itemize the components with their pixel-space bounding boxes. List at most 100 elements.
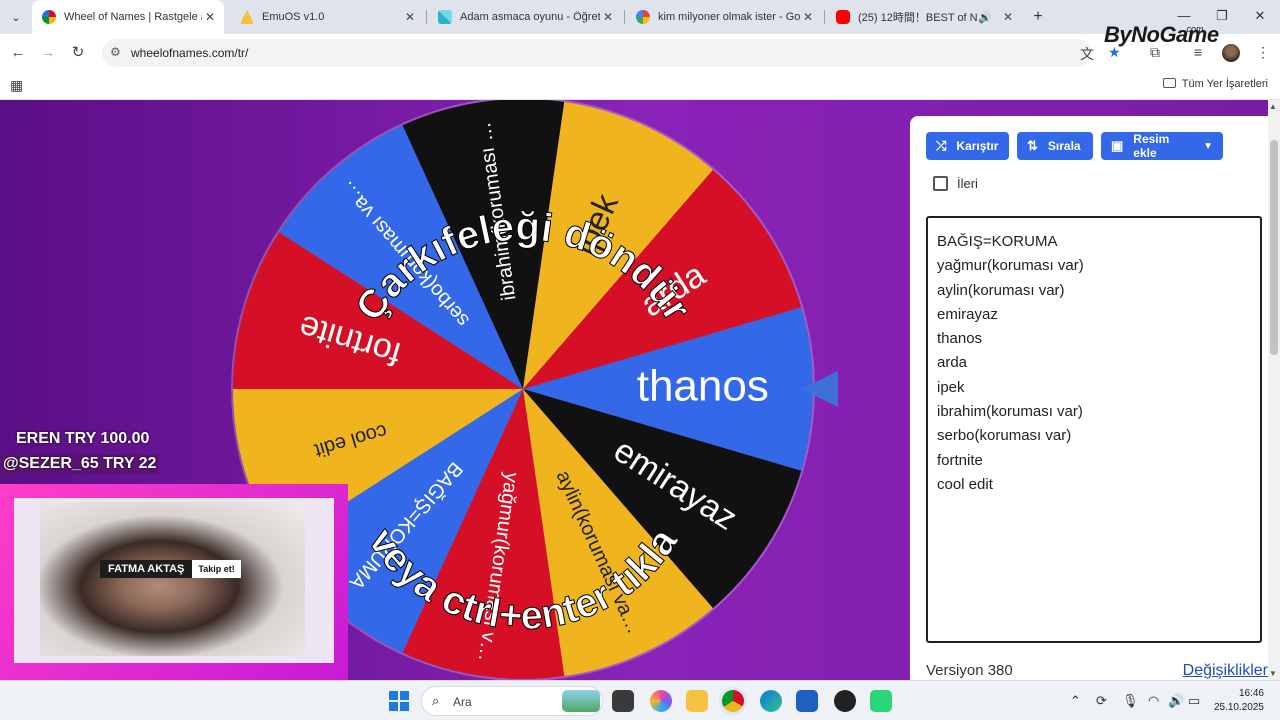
edge-icon[interactable] bbox=[760, 690, 782, 712]
copilot-icon[interactable] bbox=[650, 690, 672, 712]
game-app-icon[interactable] bbox=[870, 690, 892, 712]
advanced-label: İleri bbox=[957, 176, 978, 191]
back-icon[interactable]: ← bbox=[8, 43, 28, 63]
donation-line-2: @SEZER_65 TRY 22 bbox=[0, 454, 160, 474]
forward-icon[interactable]: → bbox=[38, 43, 58, 63]
entry-line: thanos bbox=[937, 330, 983, 348]
speaker-icon[interactable]: 🔊 bbox=[978, 11, 992, 24]
sort-button[interactable]: ⇅ Sırala bbox=[1017, 132, 1093, 160]
scroll-up-icon[interactable]: ▲ bbox=[1269, 102, 1277, 111]
store-icon[interactable] bbox=[796, 690, 818, 712]
tab-search-button[interactable]: ⌄ bbox=[6, 7, 26, 27]
file-explorer-icon[interactable] bbox=[686, 690, 708, 712]
windows-taskbar: ⌕ Ara ⌃ ⟳ 🎙 ◠ 🔊 ▭ 16:46 25.10.2025 bbox=[0, 680, 1280, 720]
tab-title: EmuOS v1.0 bbox=[262, 11, 325, 23]
obs-icon[interactable] bbox=[834, 690, 856, 712]
window-close-icon[interactable]: ✕ bbox=[1248, 6, 1272, 26]
webcam-inner bbox=[14, 498, 334, 663]
entry-line: serbo(koruması var) bbox=[937, 427, 1072, 445]
wordwall-favicon-icon bbox=[438, 10, 452, 24]
tab-title: Adam asmaca oyunu - Öğretim bbox=[460, 11, 600, 23]
scroll-down-icon[interactable]: ▼ bbox=[1269, 669, 1277, 678]
taskbar-clock[interactable]: 16:46 25.10.2025 bbox=[1212, 687, 1264, 715]
bynogame-logo-suffix: .com bbox=[1184, 24, 1204, 34]
entry-line: aylin(koruması var) bbox=[937, 281, 1065, 299]
tab-close-icon[interactable]: ✕ bbox=[1000, 10, 1016, 24]
entry-line: cool edit bbox=[937, 475, 993, 493]
bookmarks-bar: ▦ Tüm Yer İşaretleri bbox=[0, 72, 1280, 100]
tab-separator bbox=[426, 10, 427, 24]
tab-google-search[interactable]: kim milyoner olmak ister - Goo ✕ bbox=[626, 0, 822, 34]
shuffle-label: Karıştır bbox=[956, 139, 999, 153]
entry-line: BAĞIŞ=KORUMA bbox=[937, 233, 1058, 250]
folder-icon bbox=[1162, 78, 1176, 88]
entry-line: yağmur(koruması var) bbox=[937, 257, 1084, 275]
site-info-icon[interactable]: ⚙ bbox=[110, 45, 121, 59]
entry-line: fortnite bbox=[937, 451, 983, 469]
add-image-button[interactable]: ▣ Resim ekle ▼ bbox=[1101, 132, 1223, 160]
entry-line: ibrahim(koruması var) bbox=[937, 403, 1083, 421]
tab-wordwall[interactable]: Adam asmaca oyunu - Öğretim ✕ bbox=[428, 0, 622, 34]
browser-toolbar: ← → ↻ ⚙ wheelofnames.com/tr/ 文 ★ ⧉ ≡ ⋮ bbox=[0, 34, 1280, 72]
scroll-thumb[interactable] bbox=[1270, 140, 1278, 355]
sync-icon[interactable]: ⟳ bbox=[1096, 693, 1107, 709]
advanced-checkbox[interactable] bbox=[933, 176, 948, 191]
shuffle-button[interactable]: ⤮ Karıştır bbox=[926, 132, 1009, 160]
donation-line-1: EREN TRY 100.00 bbox=[16, 430, 150, 447]
taskbar-search-placeholder: Ara bbox=[453, 695, 472, 709]
shuffle-icon: ⤮ bbox=[936, 138, 947, 153]
volume-icon[interactable]: 🔊 bbox=[1168, 693, 1184, 709]
menu-kebab-icon[interactable]: ⋮ bbox=[1256, 44, 1270, 61]
tab-title: (25) 12時間！BEST of NCS bbox=[858, 12, 978, 24]
entry-line: arda bbox=[937, 354, 968, 372]
wifi-icon[interactable]: ◠ bbox=[1148, 693, 1159, 709]
entry-line: ipek bbox=[937, 378, 965, 396]
reload-icon[interactable]: ↻ bbox=[68, 43, 88, 63]
tab-close-icon[interactable]: ✕ bbox=[402, 10, 418, 24]
battery-icon[interactable]: ▭ bbox=[1188, 693, 1200, 709]
tab-close-icon[interactable]: ✕ bbox=[202, 10, 218, 24]
chrome-icon[interactable] bbox=[722, 690, 744, 712]
image-icon: ▣ bbox=[1111, 138, 1124, 153]
entries-textarea[interactable]: BAĞIŞ=KORUMA yağmur(koruması var) aylin(ko… bbox=[926, 216, 1262, 643]
page-content: thanos emirayaz aylin(koruması va… yağmur(k… bbox=[0, 100, 1280, 680]
clock-time: 16:46 bbox=[1238, 688, 1264, 699]
url-text: wheelofnames.com/tr/ bbox=[131, 46, 249, 60]
advanced-option[interactable]: İleri bbox=[933, 176, 978, 191]
tab-wheel-of-names[interactable]: Wheel of Names | Rastgele ad ✕ bbox=[32, 0, 224, 34]
dropdown-caret-icon: ▼ bbox=[1203, 140, 1213, 152]
microphone-icon[interactable]: 🎙 bbox=[1122, 693, 1139, 709]
new-tab-button[interactable]: + bbox=[1028, 7, 1048, 27]
search-icon: ⌕ bbox=[432, 693, 440, 708]
tab-title: kim milyoner olmak ister - Goo bbox=[658, 11, 800, 23]
entries-panel: ⤮ Karıştır ⇅ Sırala ▣ Resim ekle ▼ İleri… bbox=[910, 116, 1280, 680]
add-image-label: Resim ekle bbox=[1133, 132, 1170, 160]
tray-chevron-icon[interactable]: ⌃ bbox=[1070, 693, 1081, 709]
tab-close-icon[interactable]: ✕ bbox=[600, 10, 616, 24]
apps-grid-icon[interactable]: ▦ bbox=[10, 77, 23, 94]
widgets-landscape-icon[interactable] bbox=[562, 690, 600, 712]
tab-youtube[interactable]: (25) 12時間！BEST of NCS 🔊 ✕ bbox=[826, 0, 1022, 34]
windows-start-icon[interactable] bbox=[389, 691, 409, 711]
youtube-favicon-icon bbox=[836, 10, 850, 24]
streamer-name: FATMA AKTAŞ bbox=[100, 560, 193, 578]
tab-title: Wheel of Names | Rastgele ad bbox=[64, 11, 202, 23]
follow-badge: Takip et! bbox=[192, 560, 241, 578]
profile-avatar[interactable] bbox=[1222, 44, 1240, 62]
tab-emuos[interactable]: EmuOS v1.0 ✕ bbox=[230, 0, 424, 34]
task-view-icon[interactable] bbox=[612, 690, 634, 712]
all-bookmarks-button[interactable]: Tüm Yer İşaretleri bbox=[1162, 78, 1268, 90]
changes-link[interactable]: Değişiklikler bbox=[1183, 662, 1268, 680]
webcam-frame bbox=[0, 484, 348, 680]
wheel-segment-label: thanos bbox=[637, 362, 769, 411]
translate-icon[interactable]: 文 bbox=[1080, 44, 1094, 64]
tab-close-icon[interactable]: ✕ bbox=[800, 10, 816, 24]
tab-strip: ⌄ Wheel of Names | Rastgele ad ✕ EmuOS v… bbox=[0, 0, 1280, 34]
streamer-nameplate: FATMA AKTAŞ Takip et! bbox=[100, 559, 241, 579]
entry-line: emirayaz bbox=[937, 305, 998, 323]
wheel-favicon-icon bbox=[42, 10, 56, 24]
sort-icon: ⇅ bbox=[1027, 138, 1038, 153]
address-bar[interactable]: ⚙ wheelofnames.com/tr/ bbox=[102, 39, 1092, 67]
tab-separator bbox=[824, 10, 825, 24]
page-scrollbar[interactable]: ▲ ▼ bbox=[1268, 100, 1280, 680]
